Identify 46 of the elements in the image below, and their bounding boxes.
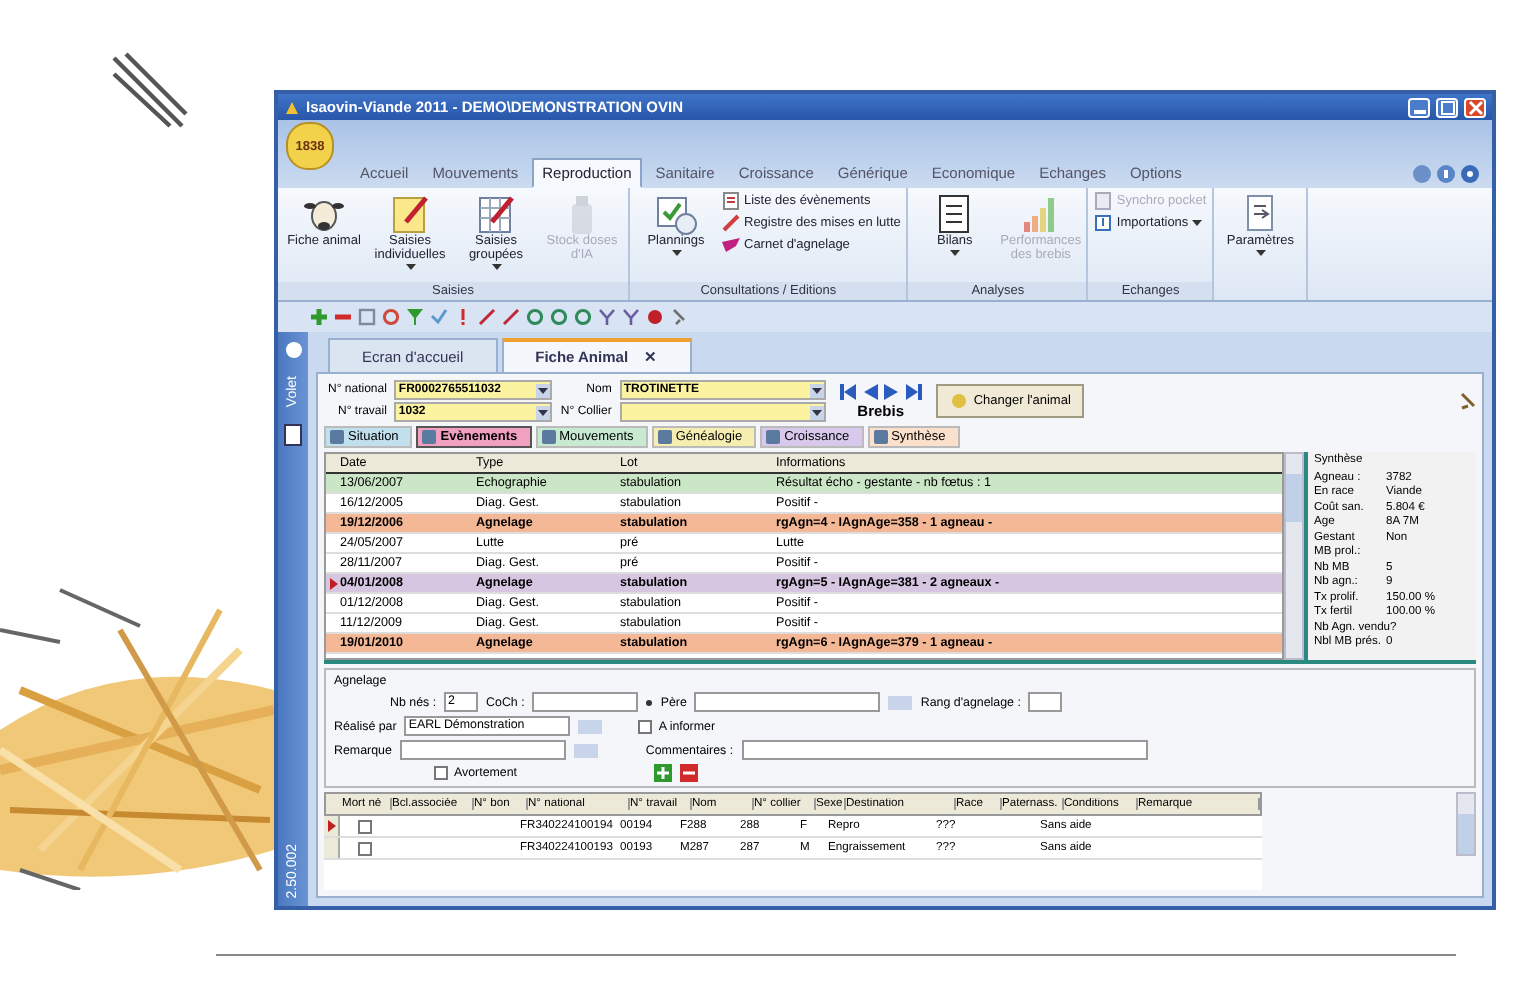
check-icon[interactable] — [430, 308, 448, 326]
scrollbar[interactable] — [1284, 452, 1304, 660]
current-row-icon — [329, 577, 337, 589]
row-selector[interactable] — [324, 816, 340, 836]
save-icon[interactable] — [358, 308, 376, 326]
tab-icon — [657, 430, 672, 444]
dropdown-icon[interactable] — [809, 405, 824, 419]
tab-icon — [330, 430, 344, 444]
document-icon — [284, 423, 302, 446]
info-icon[interactable] — [1436, 163, 1456, 183]
close-button[interactable] — [1464, 97, 1486, 117]
stillborn-checkbox[interactable] — [357, 819, 371, 833]
collar-field[interactable] — [619, 402, 826, 422]
calendar-clock-icon — [654, 192, 698, 236]
tab-icon — [873, 430, 888, 444]
maximize-icon — [1439, 99, 1455, 115]
dropdown-icon[interactable] — [809, 383, 824, 397]
remark-field[interactable] — [399, 740, 566, 760]
tab-icon — [766, 430, 781, 444]
first-icon[interactable] — [837, 382, 858, 402]
coch-field[interactable] — [532, 692, 639, 712]
maximize-button[interactable] — [1436, 97, 1458, 117]
filter-icon[interactable] — [406, 308, 424, 326]
notepad-pencil-icon — [388, 192, 432, 236]
slash-marks-icon — [110, 50, 190, 130]
dropdown-icon[interactable] — [536, 405, 551, 419]
last-icon[interactable] — [903, 382, 924, 402]
rank-field[interactable] — [1028, 692, 1063, 712]
scrollbar[interactable] — [1456, 792, 1476, 856]
ring-icon[interactable] — [382, 308, 400, 326]
tab-icon — [541, 430, 556, 444]
close-icon — [1467, 99, 1483, 115]
comments-field[interactable] — [741, 740, 1148, 760]
document-icon — [1094, 192, 1113, 210]
list-icon — [722, 192, 740, 210]
father-field[interactable] — [694, 692, 881, 712]
help-icon[interactable] — [1460, 163, 1480, 183]
dropdown-icon[interactable] — [536, 383, 551, 397]
app-icon — [284, 99, 300, 115]
dot-icon — [646, 699, 653, 705]
add-icon[interactable] — [310, 308, 328, 326]
tab-icon — [422, 430, 437, 444]
grid-pencil-icon — [474, 192, 518, 236]
remove-icon[interactable] — [679, 764, 698, 782]
stillborn-checkbox[interactable] — [357, 841, 371, 855]
minimize-button[interactable] — [1408, 97, 1430, 117]
